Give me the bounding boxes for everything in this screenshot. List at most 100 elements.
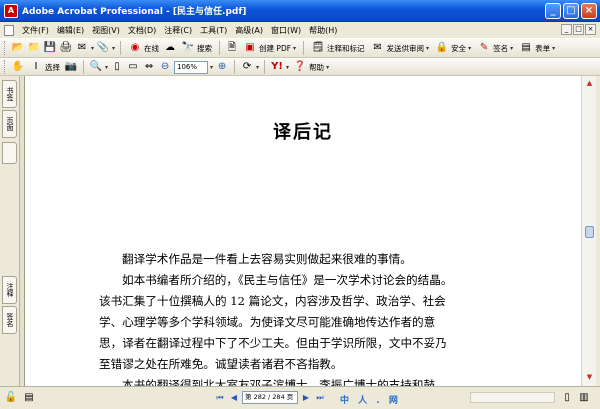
page-size-icon[interactable]: ▤ xyxy=(22,391,36,405)
search-button[interactable]: 🔭 搜索 xyxy=(179,40,214,56)
forms-button[interactable]: ▤ 表单 ▾ xyxy=(517,40,557,56)
window-title: Adobe Acrobat Professional - [民主与信任.pdf] xyxy=(22,7,247,17)
zoom-level-dropdown-icon[interactable]: ▾ xyxy=(210,64,213,71)
scan-icon[interactable]: 🗎 xyxy=(225,41,239,55)
horizontal-scrollbar[interactable] xyxy=(470,392,555,403)
secure-button[interactable]: 🔒 安全 ▾ xyxy=(433,40,473,56)
zoom-out-icon[interactable]: ⊖ xyxy=(158,60,172,74)
menu-edit[interactable]: 编辑(E) xyxy=(53,25,88,36)
create-pdf-dropdown-icon[interactable]: ▾ xyxy=(293,45,296,52)
organizer-icon[interactable]: 📁 xyxy=(27,41,41,55)
menu-help[interactable]: 帮助(H) xyxy=(305,25,341,36)
next-page-icon[interactable]: ▶ xyxy=(300,392,312,404)
search-label: 搜索 xyxy=(197,43,213,53)
actual-size-icon[interactable]: ▯ xyxy=(110,60,124,74)
tab-bookmarks[interactable]: 书签 xyxy=(2,80,17,108)
attach-dropdown-icon[interactable]: ▾ xyxy=(112,45,115,52)
site-watermark: 中 人 . 网 xyxy=(340,396,401,406)
tab-comments[interactable]: 注释 xyxy=(2,276,17,304)
maximize-button[interactable]: □ xyxy=(563,3,579,19)
rotate-icon[interactable]: ⟳ xyxy=(240,60,254,74)
save-icon[interactable]: 💾 xyxy=(43,41,57,55)
attach-icon[interactable]: 📎 xyxy=(96,41,110,55)
toolbar-separator xyxy=(303,41,305,55)
scroll-thumb[interactable] xyxy=(585,226,594,238)
previous-page-icon[interactable]: ◀ xyxy=(228,392,240,404)
window-right-edge xyxy=(596,76,600,386)
snapshot-icon[interactable]: 📷 xyxy=(64,60,78,74)
menu-advanced[interactable]: 高级(A) xyxy=(231,25,267,36)
first-page-icon[interactable]: ⏮ xyxy=(214,392,226,404)
menu-document[interactable]: 文档(D) xyxy=(124,25,160,36)
scroll-up-icon[interactable]: ▲ xyxy=(584,78,595,89)
scroll-down-icon[interactable]: ▼ xyxy=(584,372,595,383)
yahoo-dropdown-icon[interactable]: ▾ xyxy=(286,64,289,71)
create-pdf-label: 创建 PDF xyxy=(259,43,292,53)
email-icon[interactable]: ✉ xyxy=(75,41,89,55)
hand-tool-icon[interactable]: ✋ xyxy=(11,60,25,74)
status-bar: 🔓 ▤ ⏮ ◀ 第 282 / 284 页 ▶ ⏭ 中 人 . 网 ▯ ▥ xyxy=(0,386,600,409)
zoom-level-input[interactable]: 106% xyxy=(174,60,209,74)
menu-bar: 文件(F) 编辑(E) 视图(V) 文档(D) 注释(C) 工具(T) 高级(A… xyxy=(0,22,600,38)
fit-page-icon[interactable]: ▭ xyxy=(126,60,140,74)
zoom-in-icon[interactable]: ⊕ xyxy=(215,60,229,74)
zoom-tool-dropdown-icon[interactable]: ▾ xyxy=(105,64,108,71)
text-line: 翻译学术作品是一件看上去容易实则做起来很难的事情。 xyxy=(122,252,412,266)
last-page-icon[interactable]: ⏭ xyxy=(314,392,326,404)
fit-width-icon[interactable]: ⇔ xyxy=(142,60,156,74)
send-review-label: 发送供审阅 xyxy=(386,43,425,53)
page-number-input[interactable]: 第 282 / 284 页 xyxy=(242,391,298,404)
menu-tools[interactable]: 工具(T) xyxy=(196,25,231,36)
toolbar-grip[interactable] xyxy=(4,60,7,74)
secure-dropdown-icon[interactable]: ▾ xyxy=(468,45,471,52)
acrobat-app-icon[interactable]: A xyxy=(4,3,18,18)
document-view[interactable]: 译后记 翻译学术作品是一件看上去容易实则做起来很难的事情。 如本书编者所介绍的，… xyxy=(25,76,581,386)
search-binoculars-icon: 🔭 xyxy=(181,42,195,53)
upload-icon[interactable]: ☁ xyxy=(163,41,177,55)
select-tool-button[interactable]: I 选择 xyxy=(27,59,62,75)
menu-window[interactable]: 窗口(W) xyxy=(267,25,305,36)
main-toolbar: 📂 📁 💾 🖨 ✉ ▾ 📎 ▾ ◉ 在线 ☁ 🔭 搜索 🗎 ▣ 创建 PDF ▾… xyxy=(0,38,600,58)
print-icon[interactable]: 🖨 xyxy=(59,41,73,55)
help-dropdown-icon[interactable]: ▾ xyxy=(326,64,329,71)
sign-button[interactable]: ✎ 签名 ▾ xyxy=(475,40,515,56)
send-review-dropdown-icon[interactable]: ▾ xyxy=(426,45,429,52)
review-comment-button[interactable]: 🗒 注释和标记 xyxy=(309,40,367,56)
help-button[interactable]: ❓ 帮助 ▾ xyxy=(291,59,331,75)
menu-file[interactable]: 文件(F) xyxy=(18,25,53,36)
lock-status-icon[interactable]: 🔓 xyxy=(4,391,18,405)
menu-view[interactable]: 视图(V) xyxy=(88,25,124,36)
toolbar-grip[interactable] xyxy=(4,41,7,55)
rotate-dropdown-icon[interactable]: ▾ xyxy=(256,64,259,71)
vertical-scrollbar[interactable]: ▲ ▼ xyxy=(581,76,596,386)
email-dropdown-icon[interactable]: ▾ xyxy=(91,45,94,52)
toolbar-separator xyxy=(83,60,84,74)
review-label: 注释和标记 xyxy=(327,43,365,53)
create-pdf-button[interactable]: ▣ 创建 PDF ▾ xyxy=(241,40,298,56)
open-icon[interactable]: 📂 xyxy=(11,41,25,55)
single-page-icon[interactable]: ▯ xyxy=(560,391,574,405)
toolbar-separator xyxy=(234,60,236,74)
online-icon: ◉ xyxy=(130,42,140,53)
window-controls: _ □ × xyxy=(545,3,597,19)
tab-signatures[interactable]: 签名 xyxy=(2,306,17,334)
close-button[interactable]: × xyxy=(581,3,597,19)
secure-label: 安全 xyxy=(451,43,467,53)
tab-pages[interactable]: 页面 xyxy=(2,110,17,138)
online-button[interactable]: ◉ 在线 xyxy=(126,40,161,56)
continuous-page-icon[interactable]: ▥ xyxy=(577,391,591,405)
menu-comments[interactable]: 注释(C) xyxy=(160,25,196,36)
minimize-button[interactable]: _ xyxy=(545,3,561,19)
sign-dropdown-icon[interactable]: ▾ xyxy=(510,45,513,52)
zoom-tool-icon[interactable]: 🔍 xyxy=(89,60,103,74)
tab-layers[interactable] xyxy=(2,142,17,164)
text-line: 本书的翻译得到北大室友邓子滨博士、李振广博士的支持和鼓 xyxy=(122,378,436,386)
doc-restore-button[interactable]: □ xyxy=(573,24,584,35)
status-left-tools: 🔓 ▤ xyxy=(4,391,36,405)
yahoo-icon[interactable]: Y! xyxy=(270,60,284,74)
doc-close-button[interactable]: × xyxy=(585,24,596,35)
send-review-button[interactable]: ✉ 发送供审阅 ▾ xyxy=(369,40,432,56)
document-icon[interactable] xyxy=(4,24,14,36)
forms-dropdown-icon[interactable]: ▾ xyxy=(552,45,555,52)
doc-minimize-button[interactable]: _ xyxy=(561,24,572,35)
